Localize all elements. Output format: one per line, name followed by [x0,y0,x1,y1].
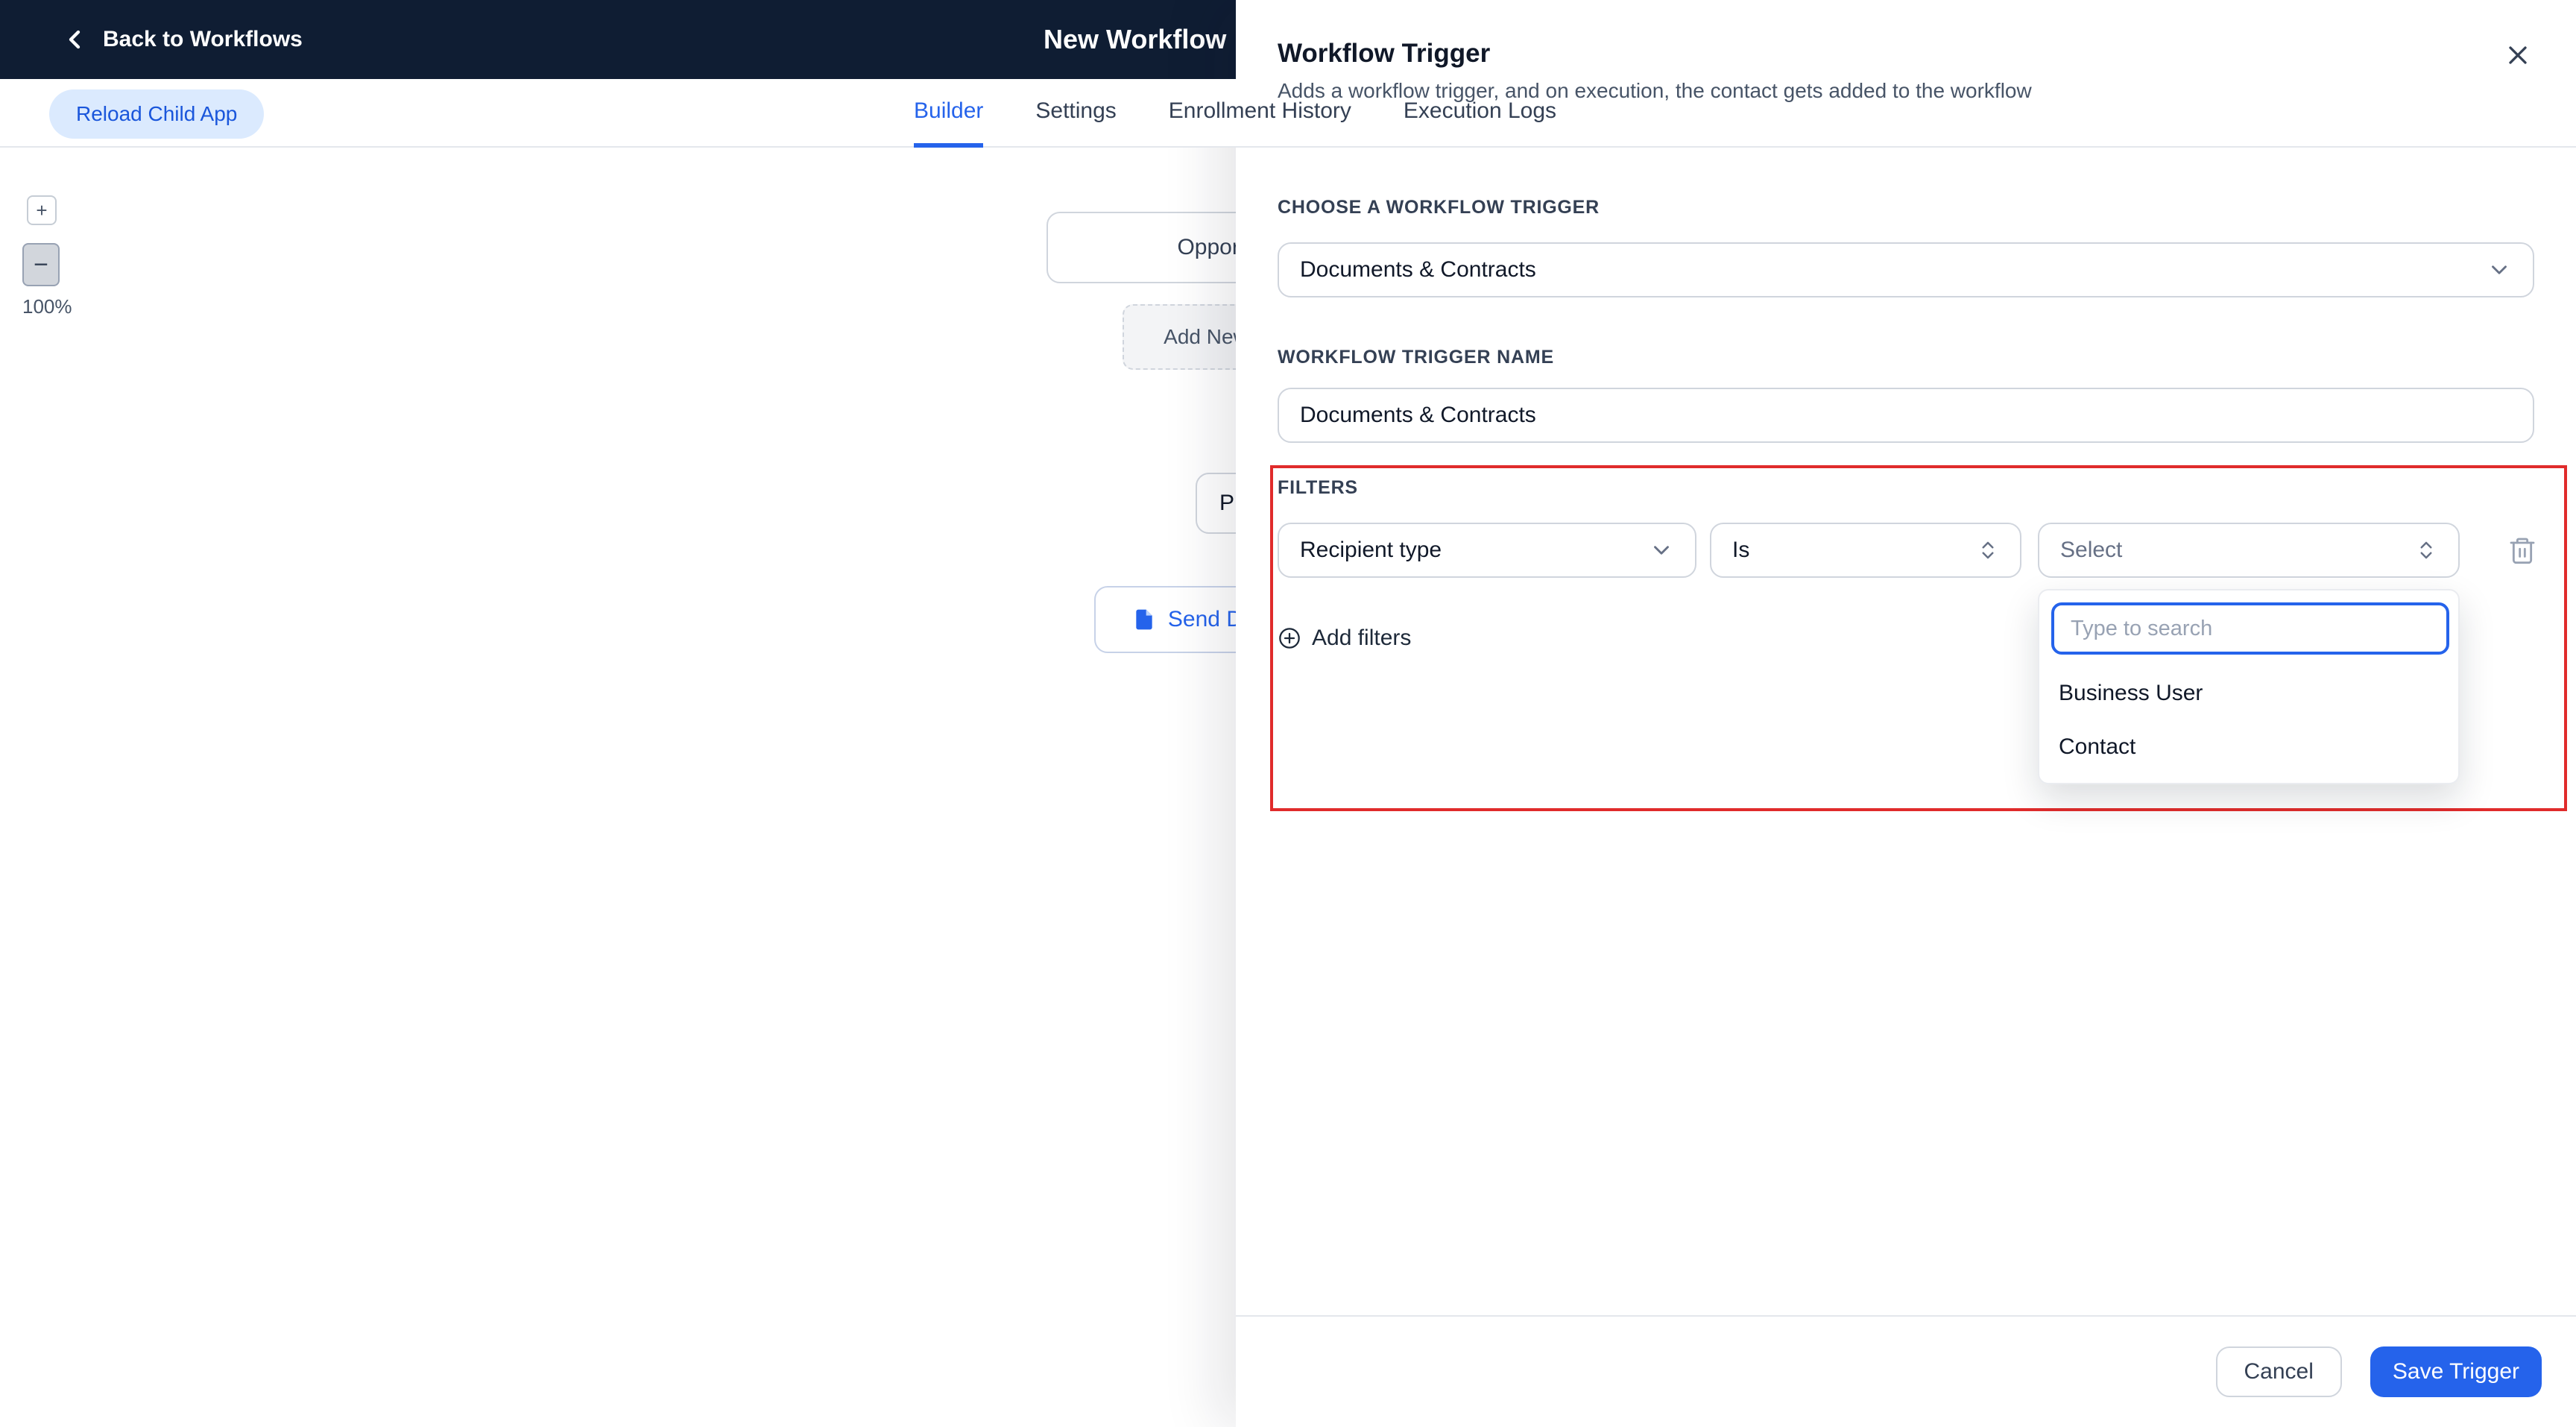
chevrons-up-down-icon [2415,539,2437,561]
reload-child-app-button[interactable]: Reload Child App [49,89,265,139]
filter-value-dropdown: Business User Contact [2038,589,2460,784]
chevron-left-icon [60,25,89,54]
tab-builder[interactable]: Builder [914,79,984,148]
trigger-name-input[interactable] [1278,388,2534,443]
plus-circle-icon [1278,626,1301,650]
close-panel-button[interactable] [2501,39,2534,72]
tab-enrollment-history[interactable]: Enrollment History [1169,79,1351,148]
panel-footer: Cancel Save Trigger [1236,1315,2576,1427]
workflow-trigger-panel: Workflow Trigger Adds a workflow trigger… [1236,0,2576,1427]
filters-label: FILTERS [1278,477,1358,498]
cancel-button[interactable]: Cancel [2215,1346,2342,1397]
zoom-level-label: 100% [22,295,72,318]
sub-header: Reload Child App Builder Settings Enroll… [0,79,1556,148]
choose-trigger-label: CHOOSE A WORKFLOW TRIGGER [1278,197,1600,218]
workflow-tabs: Builder Settings Enrollment History Exec… [914,79,1556,148]
tab-execution-logs[interactable]: Execution Logs [1404,79,1556,148]
delete-filter-button[interactable] [2504,532,2540,568]
back-label: Back to Workflows [103,27,303,51]
tab-settings[interactable]: Settings [1035,79,1116,148]
filter-operator-select[interactable]: Is [1710,523,2021,578]
document-icon [1132,608,1156,631]
back-to-workflows-button[interactable]: Back to Workflows [60,25,303,54]
zoom-out-button[interactable]: − [22,243,60,286]
filter-value-placeholder: Select [2060,538,2123,562]
filter-operator-value: Is [1732,538,1750,562]
zoom-in-button[interactable]: + [27,195,57,225]
chevron-down-icon [1649,538,1674,563]
trigger-name-label: WORKFLOW TRIGGER NAME [1278,347,1554,368]
workflow-title: New Workflow [1044,0,1257,79]
trash-icon [2507,535,2537,565]
add-filters-label: Add filters [1312,626,1412,650]
dropdown-option-contact[interactable]: Contact [2039,720,2458,774]
dropdown-search-input[interactable] [2051,602,2449,655]
panel-title: Workflow Trigger [1278,39,1491,68]
filter-field-value: Recipient type [1300,538,1442,562]
filter-row: Recipient type Is Select [1278,523,2535,578]
workflow-title-text: New Workflow [1044,24,1227,54]
chevrons-up-down-icon [1977,539,1999,561]
close-icon [2503,40,2533,70]
trigger-type-select[interactable]: Documents & Contracts [1278,242,2534,297]
trigger-type-value: Documents & Contracts [1300,257,1536,282]
filter-field-select[interactable]: Recipient type [1278,523,1696,578]
filter-value-select[interactable]: Select [2038,523,2460,578]
add-filters-button[interactable]: Add filters [1278,626,1411,651]
chevron-down-icon [2487,257,2512,283]
save-trigger-button[interactable]: Save Trigger [2370,1346,2542,1397]
dropdown-option-business-user[interactable]: Business User [2039,667,2458,720]
panel-body: CHOOSE A WORKFLOW TRIGGER Documents & Co… [1236,197,2576,651]
